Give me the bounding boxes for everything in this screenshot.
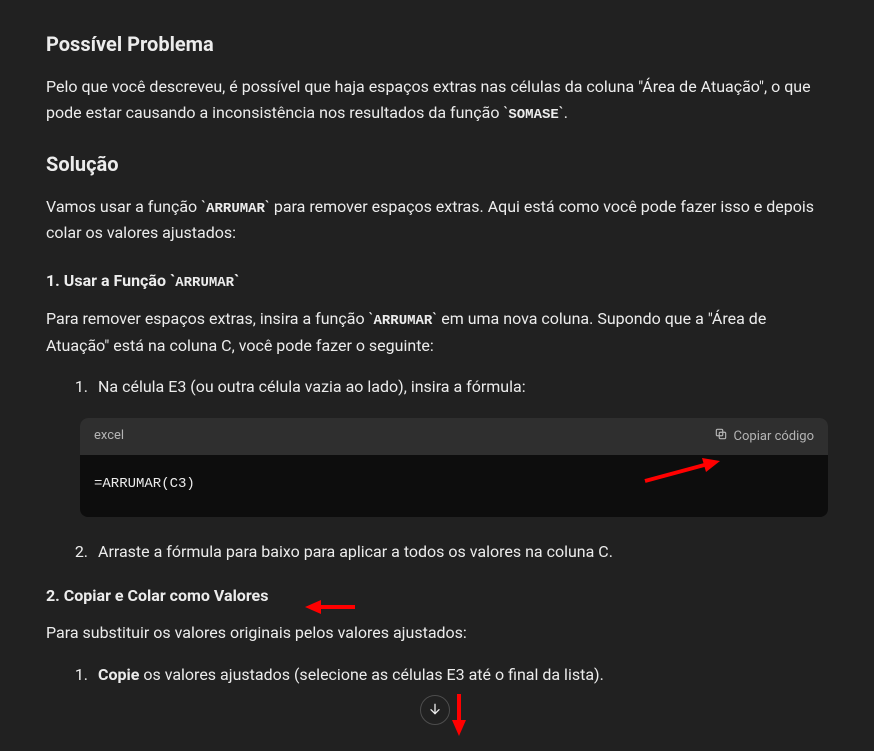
text: Vamos usar a função xyxy=(46,197,201,216)
copy-icon xyxy=(714,427,728,445)
step1-list: Na célula E3 (ou outra célula vazia ao l… xyxy=(46,374,828,400)
code-language-label: excel xyxy=(94,426,124,447)
text: 1. Usar a Função xyxy=(46,271,170,290)
code-content: =ARRUMAR(C3) xyxy=(80,455,828,517)
step1-heading: 1. Usar a Função `ARRUMAR` xyxy=(46,268,828,294)
copy-code-button[interactable]: Copiar código xyxy=(714,427,814,445)
text: Pelo que você descreveu, é possível que … xyxy=(46,77,811,122)
inline-code-arrumar: ARRUMAR xyxy=(206,201,265,217)
step1-list-cont: Arraste a fórmula para baixo para aplica… xyxy=(46,539,828,565)
step2-heading: 2. Copiar e Colar como Valores xyxy=(46,583,828,609)
text-strong: Copie xyxy=(98,665,139,684)
heading-solucao: Solução xyxy=(46,148,828,180)
inline-code-arrumar: ARRUMAR xyxy=(373,313,432,329)
scroll-down-button[interactable] xyxy=(420,695,450,725)
text: os valores ajustados (selecione as célul… xyxy=(139,665,603,684)
code-block: excel Copiar código =ARRUMAR(C3) xyxy=(80,418,828,517)
paragraph-problem: Pelo que você descreveu, é possível que … xyxy=(46,74,828,126)
inline-code-somase: SOMASE xyxy=(508,107,558,123)
list-item: Arraste a fórmula para baixo para aplica… xyxy=(92,539,828,565)
list-item: Copie os valores ajustados (selecione as… xyxy=(92,662,828,688)
inline-code-arrumar: ARRUMAR xyxy=(175,275,234,291)
paragraph-solution-intro: Vamos usar a função `ARRUMAR` para remov… xyxy=(46,194,828,246)
copy-label: Copiar código xyxy=(734,429,814,444)
text: Para remover espaços extras, insira a fu… xyxy=(46,309,369,328)
step2-list: Copie os valores ajustados (selecione as… xyxy=(46,662,828,688)
heading-possivel-problema: Possível Problema xyxy=(46,28,828,60)
step2-paragraph: Para substituir os valores originais pel… xyxy=(46,620,828,646)
list-item: Na célula E3 (ou outra célula vazia ao l… xyxy=(92,374,828,400)
code-header: excel Copiar código xyxy=(80,418,828,455)
annotation-arrow-icon xyxy=(449,694,469,736)
text: . xyxy=(564,103,568,122)
article-body: Possível Problema Pelo que você descreve… xyxy=(0,0,874,688)
arrow-down-icon xyxy=(427,701,443,720)
step1-paragraph: Para remover espaços extras, insira a fu… xyxy=(46,306,828,358)
